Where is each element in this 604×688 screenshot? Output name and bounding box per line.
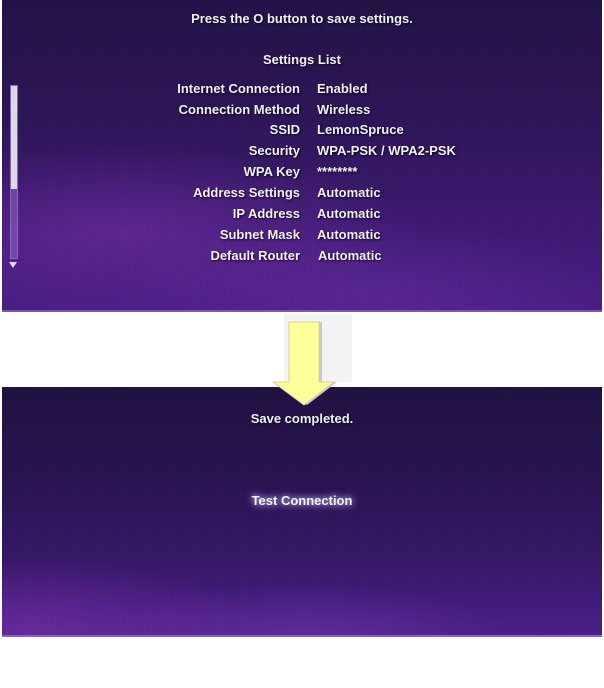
setting-row-ip-address[interactable]: IP Address Automatic [2,206,602,226]
settings-list-title: Settings List [262,52,341,67]
down-arrow-icon [271,321,337,406]
setting-value: Automatic [317,206,381,221]
setting-label: Connection Method [178,102,300,117]
setting-value: LemonSpruce [317,122,404,137]
setting-label: IP Address [232,206,300,221]
setting-row-address-settings[interactable]: Address Settings Automatic [2,185,602,205]
setting-row-ssid[interactable]: SSID LemonSpruce [2,122,602,142]
setting-value: ******** [317,164,358,179]
setting-value: Automatic [317,227,381,242]
setting-value: Automatic [317,185,381,200]
setting-row-default-router[interactable]: Default Router Automatic [2,248,602,268]
setting-label: WPA Key [243,164,300,179]
setting-label: Security [248,143,300,158]
setting-value: Wireless [317,102,371,117]
save-status: Save completed. [250,411,354,426]
setting-label: SSID [269,122,300,137]
setting-label: Address Settings [193,185,300,200]
setting-row-security[interactable]: Security WPA-PSK / WPA2-PSK [2,143,602,163]
setting-value: Enabled [317,81,368,96]
setting-row-internet-connection[interactable]: Internet Connection Enabled [2,81,602,101]
save-complete-screen: Save completed. Test Connection [2,387,602,637]
settings-list-screen: Press the O button to save settings. Set… [2,0,602,312]
setting-label: Subnet Mask [219,227,300,242]
transition-arrow [270,312,360,408]
setting-value: WPA-PSK / WPA2-PSK [317,143,456,158]
setting-label: Internet Connection [177,81,300,96]
setting-value: Automatic [318,248,382,263]
test-connection-button[interactable]: Test Connection [2,493,602,508]
setting-row-connection-method[interactable]: Connection Method Wireless [2,102,602,122]
setting-label: Default Router [210,248,300,263]
save-instruction: Press the O button to save settings. [191,11,413,26]
setting-row-subnet-mask[interactable]: Subnet Mask Automatic [2,227,602,247]
setting-row-wpa-key[interactable]: WPA Key ******** [2,164,602,184]
